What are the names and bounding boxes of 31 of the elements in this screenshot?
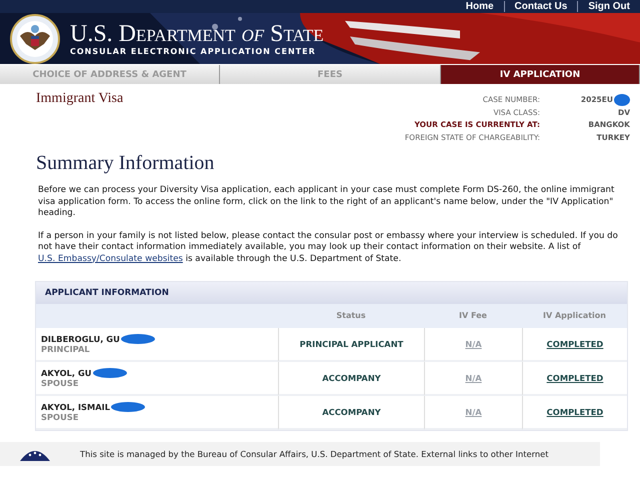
paragraph: If a person in your family is not listed below, please contact the consular post or embassy where your interview is scheduled. If you do not have their contact information immediately available, you may look up their contact information on their website. A list of U.S. Embassy/Consulate websites is available through the U.S. Department of State. xyxy=(38,230,619,265)
applicant-name: DILBEROGLU, GU xyxy=(41,334,120,344)
applicant-role: PRINCIPAL xyxy=(41,344,90,354)
section-title: Immigrant Visa xyxy=(36,91,124,108)
redaction-mark xyxy=(120,334,155,344)
nav-link[interactable]: Sign Out xyxy=(578,1,640,12)
applicant-name: AKYOL, ISMAIL xyxy=(41,402,110,412)
nav-link[interactable]: Home xyxy=(456,1,504,12)
column-header: Status xyxy=(336,311,366,321)
table-title: APPLICANT INFORMATION xyxy=(36,282,627,304)
footer-text: This site is managed by the Bureau of Consular Affairs, U.S. Department of State. External links to other Internet xyxy=(80,449,548,459)
status-text: ACCOMPANY xyxy=(322,373,381,383)
column-header: IV Application xyxy=(543,311,606,321)
nav-link[interactable]: Contact Us xyxy=(504,1,578,12)
redaction-mark xyxy=(92,368,126,378)
status-text: PRINCIPAL APPLICANT xyxy=(300,339,404,349)
paragraph: Before we can process your Diversity Visa application, each applicant in your case must complete Form DS-260, the online immigrant visa application form. To access the online form, click on the link to the right of an applicant's name below, under the "IV Application" heading. xyxy=(38,185,616,220)
application-link[interactable]: COMPLETED xyxy=(546,339,604,349)
applicant-name: AKYOL, GU xyxy=(41,368,92,378)
redaction-mark xyxy=(111,402,146,412)
tab[interactable]: IV APPLICATION xyxy=(441,65,640,84)
applicant-role: SPOUSE xyxy=(41,378,78,388)
site-subtitle: CONSULAR ELECTRONIC APPLICATION CENTER xyxy=(70,47,317,56)
application-link[interactable]: COMPLETED xyxy=(546,373,604,383)
column-header: IV Fee xyxy=(459,311,487,321)
page-heading: Summary Information xyxy=(36,152,214,175)
application-link[interactable]: COMPLETED xyxy=(546,407,604,417)
link[interactable]: U.S. Embassy/Consulate websites xyxy=(38,254,183,264)
applicant-role: SPOUSE xyxy=(41,412,78,422)
status-text: ACCOMPANY xyxy=(322,407,381,417)
redaction-mark xyxy=(614,94,630,106)
